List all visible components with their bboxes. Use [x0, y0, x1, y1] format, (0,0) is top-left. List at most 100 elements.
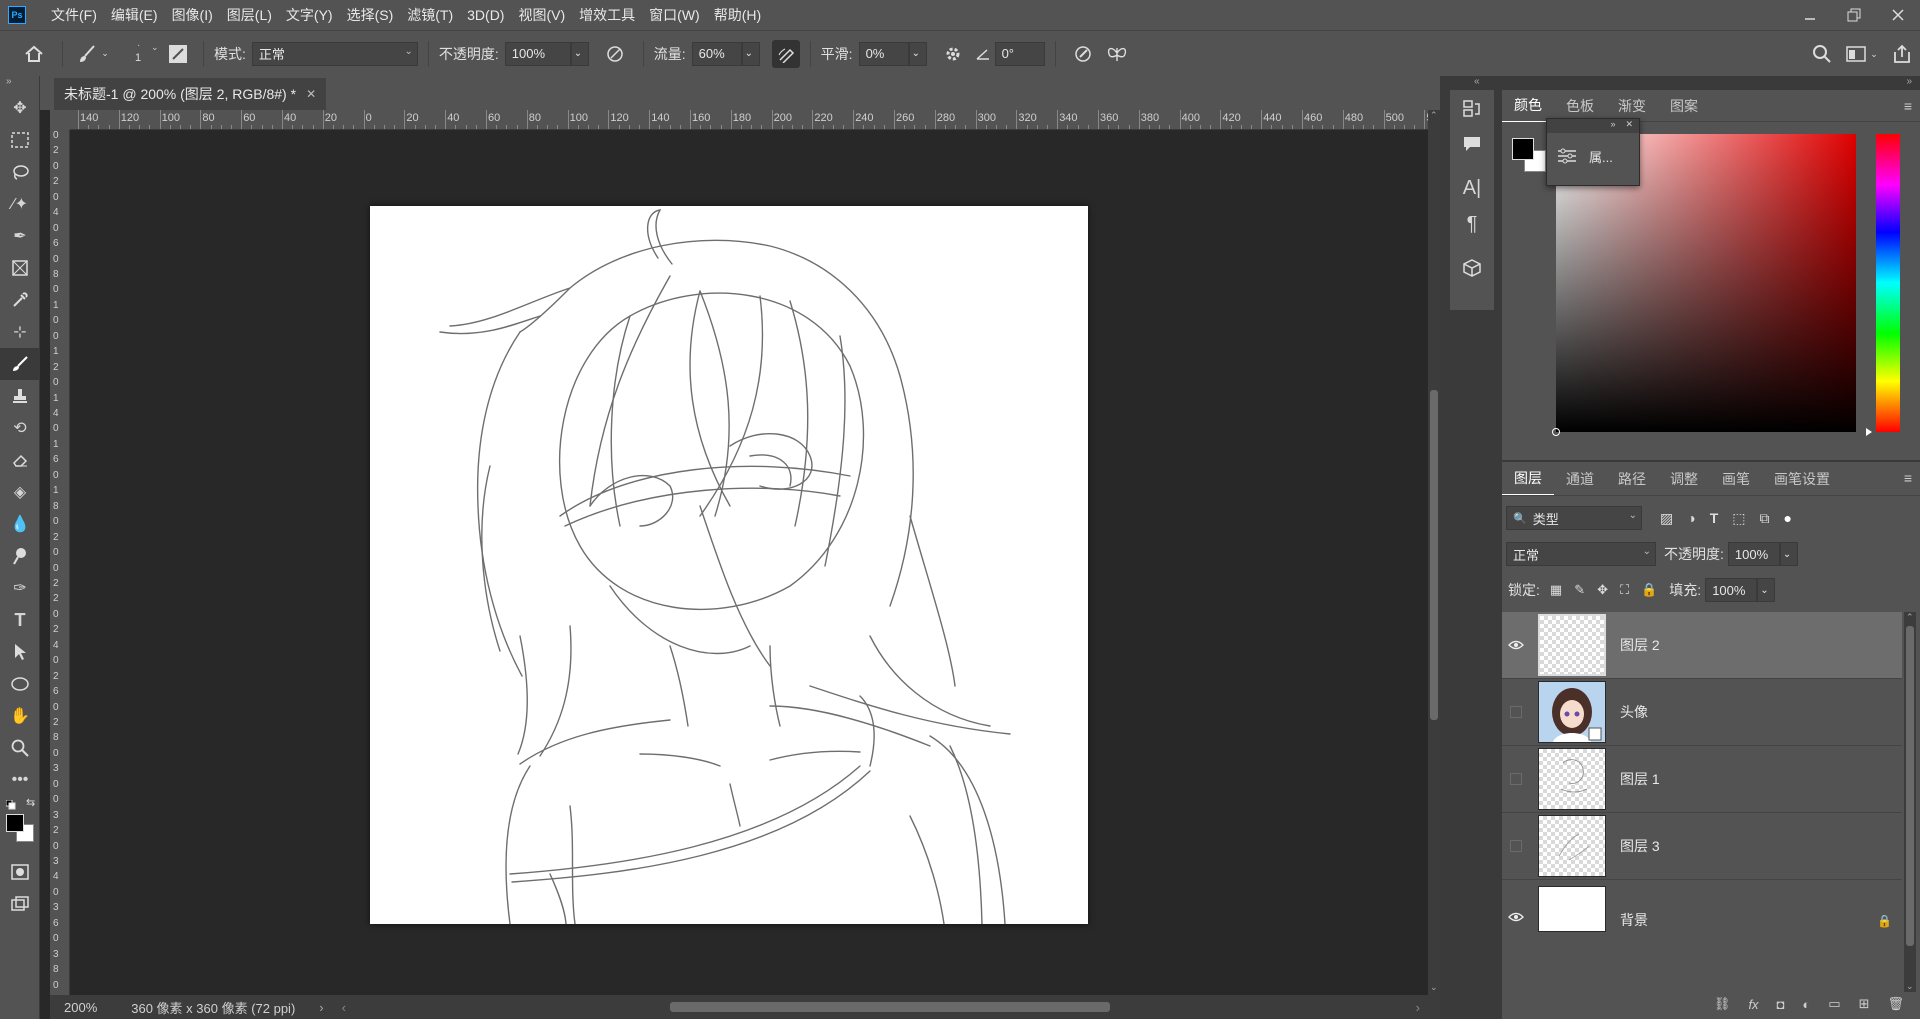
chevron-up-icon[interactable]: ⌃ — [1430, 110, 1438, 121]
horizontal-scrollbar-thumb[interactable] — [670, 1002, 1110, 1012]
lock-all-icon[interactable]: 🔒 — [1641, 582, 1657, 598]
horizontal-ruler[interactable]: 140 120 100 80 60 40 20 0 20 40 60 80 100 120 140 160 18… — [70, 110, 1428, 130]
menu-help[interactable]: 帮助(H) — [707, 0, 768, 30]
flow-input[interactable]: 60% — [691, 41, 742, 66]
smart-object-filter-icon[interactable]: ⧉ — [1760, 510, 1770, 527]
tab-brushes[interactable]: 画笔 — [1710, 463, 1762, 495]
shape-filter-icon[interactable]: ⬚ — [1732, 510, 1745, 527]
character-panel-button[interactable]: A| — [1450, 170, 1494, 206]
hand-tool[interactable]: ✋ — [0, 700, 40, 732]
close-button[interactable] — [1876, 0, 1920, 30]
tab-gradients[interactable]: 渐变 — [1606, 90, 1658, 122]
angle-input[interactable]: 0° — [994, 41, 1045, 66]
delete-layer-icon[interactable]: 🗑 — [1887, 996, 1904, 1012]
visibility-toggle[interactable] — [1502, 640, 1530, 650]
3d-panel-button[interactable] — [1450, 250, 1494, 286]
canvas-area[interactable] — [70, 130, 1428, 995]
add-mask-icon[interactable]: ◘ — [1777, 997, 1785, 1012]
blend-mode-select[interactable]: 正常 ⌄ — [251, 41, 418, 66]
healing-brush-tool[interactable]: ⊹ — [0, 316, 40, 348]
chevron-left-icon[interactable]: ‹ — [342, 1000, 346, 1015]
lock-position-icon[interactable]: ✥ — [1597, 582, 1608, 598]
chevron-right-icon[interactable]: › — [319, 1000, 323, 1015]
tab-color[interactable]: 颜色 — [1502, 89, 1554, 122]
lock-transparent-icon[interactable]: ▦ — [1550, 582, 1562, 598]
restore-button[interactable] — [1832, 0, 1876, 30]
zoom-level[interactable]: 200% — [64, 1000, 97, 1015]
history-panel-button[interactable] — [1450, 90, 1494, 126]
smoothing-input[interactable]: 0% — [858, 41, 909, 66]
visibility-toggle[interactable] — [1502, 840, 1530, 852]
default-colors-icon[interactable] — [6, 800, 16, 810]
dodge-tool[interactable] — [0, 540, 40, 572]
paragraph-panel-button[interactable]: ¶ — [1450, 206, 1494, 242]
path-selection-tool[interactable] — [0, 636, 40, 668]
stamp-tool[interactable] — [0, 380, 40, 412]
foreground-color-swatch[interactable] — [6, 814, 24, 832]
brush-tool[interactable] — [0, 348, 40, 380]
minimize-button[interactable] — [1788, 0, 1832, 30]
comments-panel-button[interactable] — [1450, 126, 1494, 162]
zoom-tool[interactable] — [0, 732, 40, 764]
collapse-icon[interactable]: « — [1474, 76, 1480, 87]
pressure-size-button[interactable] — [1066, 44, 1100, 64]
vertical-ruler[interactable]: 0 2 0 2 0 4 0 6 0 8 0 1 0 0 1 2 0 1 4 0 1 6 0 1 8 0 2 0 0 2 2 0 2 4 0 2 6 0 2 8… — [50, 130, 70, 995]
opacity-input[interactable]: 100% — [504, 41, 571, 66]
paint-bucket-tool[interactable]: ◈ — [0, 476, 40, 508]
fx-icon[interactable]: fx — [1748, 997, 1758, 1012]
layers-scrollbar[interactable]: ⌃ ⌄ — [1904, 612, 1916, 992]
layer-opacity-dropdown[interactable]: ⌄ — [1779, 542, 1798, 566]
layer-blend-mode-select[interactable]: 正常 ⌄ — [1506, 542, 1656, 566]
share-button[interactable] — [1884, 44, 1920, 64]
tab-paths[interactable]: 路径 — [1606, 463, 1658, 495]
quick-mask-button[interactable] — [0, 856, 40, 888]
home-button[interactable] — [16, 45, 52, 63]
tab-swatches[interactable]: 色板 — [1554, 90, 1606, 122]
expand-icon[interactable]: » — [1610, 119, 1615, 133]
adjustment-filter-icon[interactable]: ◑ — [1687, 510, 1695, 527]
filter-toggle-icon[interactable]: ● — [1784, 510, 1792, 527]
menu-type[interactable]: 文字(Y) — [279, 0, 340, 30]
lock-artboard-icon[interactable]: ⛶ — [1620, 582, 1629, 598]
more-tools[interactable]: ••• — [0, 764, 40, 796]
swap-colors-icon[interactable]: ⇆ — [26, 796, 35, 809]
foreground-color-swatch[interactable] — [1512, 138, 1534, 160]
layer-opacity-input[interactable]: 100% — [1727, 542, 1780, 566]
collapse-icon[interactable]: » — [6, 76, 12, 87]
color-picker-handle[interactable] — [1552, 428, 1560, 436]
smoothing-options-button[interactable] — [935, 45, 971, 63]
visibility-toggle[interactable] — [1502, 912, 1530, 922]
layer-name[interactable]: 图层 3 — [1620, 836, 1660, 856]
lasso-tool[interactable] — [0, 156, 40, 188]
hue-slider[interactable] — [1866, 134, 1900, 436]
menu-file[interactable]: 文件(F) — [44, 0, 104, 30]
menu-select[interactable]: 选择(S) — [340, 0, 401, 30]
menu-image[interactable]: 图像(I) — [165, 0, 220, 30]
pressure-opacity-button[interactable] — [597, 44, 633, 64]
menu-plugins[interactable]: 增效工具 — [572, 0, 642, 30]
link-layers-icon[interactable]: ⛓ — [1714, 996, 1731, 1012]
close-icon[interactable]: ✕ — [306, 87, 316, 101]
image-filter-icon[interactable]: ▨ — [1660, 510, 1673, 527]
brush-size-picker[interactable]: · 1 ⌄ — [119, 34, 159, 74]
history-brush-tool[interactable]: ⟲ — [0, 412, 40, 444]
new-group-icon[interactable]: ▭ — [1828, 996, 1840, 1012]
menu-filter[interactable]: 滤镜(T) — [400, 0, 460, 30]
airbrush-toggle[interactable] — [771, 39, 800, 68]
type-filter-icon[interactable]: T — [1710, 510, 1719, 527]
layer-row-avatar[interactable]: 头像 — [1502, 679, 1902, 746]
layer-name[interactable]: 头像 — [1620, 702, 1648, 722]
fill-input[interactable]: 100% — [1705, 578, 1758, 602]
type-tool[interactable]: T — [0, 604, 40, 636]
hue-slider-handle[interactable] — [1866, 428, 1872, 436]
menu-view[interactable]: 视图(V) — [511, 0, 572, 30]
canvas-vertical-scrollbar[interactable]: ⌃ ⌄ — [1428, 110, 1440, 995]
blur-tool[interactable]: 💧 — [0, 508, 40, 540]
lock-pixels-icon[interactable]: ✎ — [1574, 582, 1585, 598]
screen-mode-button[interactable] — [0, 888, 40, 920]
pen-tool[interactable]: ✑ — [0, 572, 40, 604]
new-layer-icon[interactable]: ⊞ — [1859, 996, 1870, 1012]
document-dimensions[interactable]: 360 像素 x 360 像素 (72 ppi) — [131, 998, 295, 1017]
eraser-tool[interactable] — [0, 444, 40, 476]
chevron-right-icon[interactable]: › — [1416, 1000, 1420, 1015]
